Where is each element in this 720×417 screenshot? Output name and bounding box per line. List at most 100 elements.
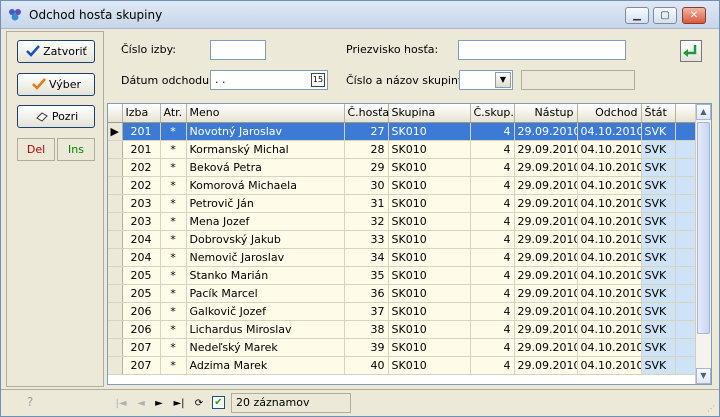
cell-group-no[interactable]: 4 — [470, 356, 515, 375]
cell-departure[interactable]: 04.10.2010 — [577, 158, 642, 177]
cell-room[interactable]: 203 — [122, 212, 161, 231]
resize-grip-icon[interactable]: ⋰ — [707, 404, 717, 414]
cell-name[interactable]: Beková Petra — [186, 158, 345, 177]
cell-arrival[interactable]: 29.09.2010 — [514, 212, 578, 231]
row-indicator[interactable] — [108, 194, 123, 213]
row-indicator[interactable] — [108, 158, 123, 177]
cell-group-no[interactable]: 4 — [470, 158, 515, 177]
cell-country[interactable]: SVK — [641, 320, 676, 339]
cell-room[interactable]: 203 — [122, 194, 161, 213]
cell-group[interactable]: SK010 — [388, 248, 471, 267]
row-indicator[interactable] — [108, 230, 123, 249]
cell-arrival[interactable]: 29.09.2010 — [514, 320, 578, 339]
cell-group[interactable]: SK010 — [388, 212, 471, 231]
cell-group[interactable]: SK010 — [388, 158, 471, 177]
cell-group-no[interactable]: 4 — [470, 266, 515, 285]
cell-departure[interactable]: 04.10.2010 — [577, 284, 642, 303]
cell-room[interactable]: 202 — [122, 158, 161, 177]
return-arrow-button[interactable] — [680, 40, 702, 62]
cell-group[interactable]: SK010 — [388, 302, 471, 321]
cell-attr[interactable]: * — [160, 122, 187, 141]
cell-name[interactable]: Nedeľský Marek — [186, 338, 345, 357]
header-country[interactable]: Štát — [641, 104, 676, 123]
table-row[interactable]: 203 * Petrovič Ján 31 SK010 4 29.09.2010 04.10.… — [108, 194, 698, 213]
cell-departure[interactable]: 04.10.2010 — [577, 230, 642, 249]
cell-country[interactable]: SVK — [641, 248, 676, 267]
cell-country[interactable]: SVK — [641, 122, 676, 141]
cell-arrival[interactable]: 29.09.2010 — [514, 266, 578, 285]
cell-room[interactable]: 207 — [122, 356, 161, 375]
cell-attr[interactable]: * — [160, 302, 187, 321]
header-group-no[interactable]: Č.skup. — [470, 104, 515, 123]
cell-departure[interactable]: 04.10.2010 — [577, 302, 642, 321]
header-group[interactable]: Skupina — [388, 104, 471, 123]
cell-group-no[interactable]: 4 — [470, 122, 515, 141]
row-indicator[interactable] — [108, 338, 123, 357]
cell-room[interactable]: 205 — [122, 266, 161, 285]
cell-room[interactable]: 206 — [122, 320, 161, 339]
cell-country[interactable]: SVK — [641, 302, 676, 321]
scroll-thumb[interactable] — [697, 122, 710, 334]
cell-departure[interactable]: 04.10.2010 — [577, 320, 642, 339]
departure-date-input[interactable]: . . 15 — [210, 70, 328, 90]
cell-arrival[interactable]: 29.09.2010 — [514, 302, 578, 321]
cell-country[interactable]: SVK — [641, 194, 676, 213]
nav-first-icon[interactable]: |◄ — [113, 396, 129, 412]
cell-room[interactable]: 207 — [122, 338, 161, 357]
cell-group-no[interactable]: 4 — [470, 338, 515, 357]
cell-group[interactable]: SK010 — [388, 176, 471, 195]
cell-attr[interactable]: * — [160, 158, 187, 177]
cell-departure[interactable]: 04.10.2010 — [577, 212, 642, 231]
guests-grid[interactable]: Izba Atr. Meno Č.hosťa Skupina Č.skup. N… — [107, 103, 712, 385]
cell-name[interactable]: Adzima Marek — [186, 356, 345, 375]
cell-country[interactable]: SVK — [641, 140, 676, 159]
refresh-icon[interactable]: ⟳ — [191, 396, 207, 412]
view-button[interactable]: Pozri — [17, 105, 95, 128]
cell-room[interactable]: 204 — [122, 230, 161, 249]
cell-name[interactable]: Stanko Marián — [186, 266, 345, 285]
cell-group-no[interactable]: 4 — [470, 194, 515, 213]
cell-name[interactable]: Kormanský Michal — [186, 140, 345, 159]
header-attr[interactable]: Atr. — [160, 104, 187, 123]
cell-guest-no[interactable]: 27 — [344, 122, 389, 141]
cell-room[interactable]: 201 — [122, 140, 161, 159]
nav-next-icon[interactable]: ► — [151, 396, 167, 412]
table-row[interactable]: 206 * Lichardus Miroslav 38 SK010 4 29.09.2010… — [108, 320, 698, 339]
close-button[interactable]: Zatvoriť — [17, 40, 95, 63]
cell-group[interactable]: SK010 — [388, 266, 471, 285]
title-bar[interactable]: Odchod hosťa skupiny ▁ ▢ ✕ — [1, 1, 719, 29]
cell-group[interactable]: SK010 — [388, 338, 471, 357]
table-row[interactable]: 204 * Nemovič Jaroslav 34 SK010 4 29.09.2010 04… — [108, 248, 698, 267]
cell-group-no[interactable]: 4 — [470, 284, 515, 303]
row-indicator[interactable] — [108, 248, 123, 267]
vertical-scrollbar[interactable]: ▲ ▼ — [695, 104, 711, 384]
cell-departure[interactable]: 04.10.2010 — [577, 122, 642, 141]
cell-group[interactable]: SK010 — [388, 140, 471, 159]
cell-arrival[interactable]: 29.09.2010 — [514, 230, 578, 249]
header-departure[interactable]: Odchod — [577, 104, 642, 123]
header-room[interactable]: Izba — [122, 104, 161, 123]
cell-guest-no[interactable]: 35 — [344, 266, 389, 285]
minimize-button[interactable]: ▁ — [625, 7, 649, 24]
cell-country[interactable]: SVK — [641, 158, 676, 177]
cell-name[interactable]: Mena Jozef — [186, 212, 345, 231]
insert-button[interactable]: Ins — [57, 138, 95, 161]
cell-guest-no[interactable]: 29 — [344, 158, 389, 177]
cell-arrival[interactable]: 29.09.2010 — [514, 158, 578, 177]
cell-room[interactable]: 202 — [122, 176, 161, 195]
group-number-combo[interactable]: ▼ — [459, 70, 513, 90]
row-indicator[interactable] — [108, 266, 123, 285]
cell-guest-no[interactable]: 34 — [344, 248, 389, 267]
cell-country[interactable]: SVK — [641, 356, 676, 375]
cell-attr[interactable]: * — [160, 320, 187, 339]
cell-country[interactable]: SVK — [641, 212, 676, 231]
nav-prev-icon[interactable]: ◄ — [133, 396, 149, 412]
cell-arrival[interactable]: 29.09.2010 — [514, 140, 578, 159]
table-row[interactable]: 206 * Galkovič Jozef 37 SK010 4 29.09.2010 04.1… — [108, 302, 698, 321]
cell-name[interactable]: Petrovič Ján — [186, 194, 345, 213]
cell-name[interactable]: Dobrovský Jakub — [186, 230, 345, 249]
table-row[interactable]: 207 * Adzima Marek 40 SK010 4 29.09.2010 04.10.… — [108, 356, 698, 375]
scroll-up-icon[interactable]: ▲ — [696, 104, 711, 120]
table-row[interactable]: 203 * Mena Jozef 32 SK010 4 29.09.2010 04.10.20… — [108, 212, 698, 231]
cell-group-no[interactable]: 4 — [470, 248, 515, 267]
